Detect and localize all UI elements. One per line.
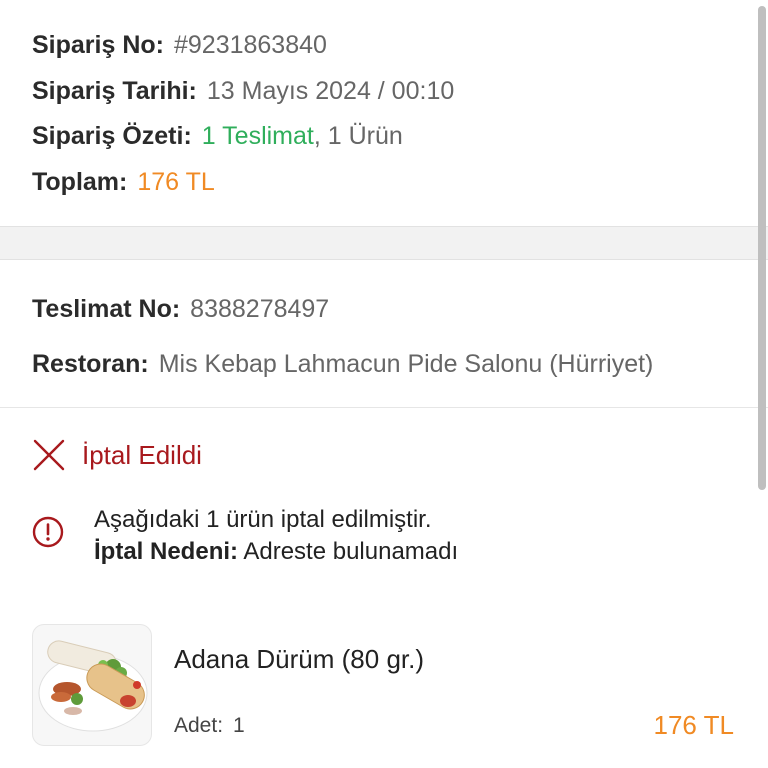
order-total-label: Toplam: (32, 167, 128, 196)
item-count: , 1 Ürün (313, 122, 403, 150)
info-icon (32, 516, 64, 548)
order-detail-page: Sipariş No: #9231863840 Sipariş Tarihi: 13… (0, 0, 768, 768)
notice-text: Aşağıdaki 1 ürün iptal edilmiştir. İptal… (94, 504, 458, 568)
product-price: 176 TL (653, 710, 734, 740)
delivery-number-row: Teslimat No: 8388278497 (32, 294, 768, 324)
order-total-value: 176 TL (137, 167, 215, 196)
food-image (38, 640, 148, 732)
restaurant-name: Mis Kebap Lahmacun Pide Salonu (Hürriyet… (158, 350, 654, 378)
product-name: Adana Dürüm (80 gr.) (174, 644, 425, 674)
product-item[interactable]: Adana Dürüm (80 gr.) Adet: 1 176 TL (32, 624, 736, 748)
order-number-label: Sipariş No: (32, 31, 164, 59)
order-date-value: 13 Mayıs 2024 / 00:10 (206, 76, 455, 105)
order-summary: Sipariş No: #9231863840 Sipariş Tarihi: 13… (0, 0, 768, 226)
close-icon (33, 439, 65, 471)
order-total-row: Toplam: 176 TL (32, 167, 768, 197)
order-date-label: Sipariş Tarihi: (32, 76, 197, 105)
cancel-reason-label: İptal Nedeni: (94, 538, 239, 565)
product-quantity: Adet: 1 (174, 714, 245, 738)
product-image (32, 624, 152, 746)
quantity-label: Adet: (174, 714, 224, 737)
order-overview-row: Sipariş Özeti: 1 Teslimat, 1 Ürün (32, 121, 768, 151)
cancel-status: İptal Edildi (0, 408, 768, 474)
status-label: İptal Edildi (82, 439, 202, 470)
scrollbar[interactable] (754, 0, 768, 768)
order-date-row: Sipariş Tarihi: 13 Mayıs 2024 / 00:10 (32, 76, 768, 106)
delivery-count-link[interactable]: 1 Teslimat (202, 122, 314, 150)
delivery-number-value: 8388278497 (190, 295, 330, 323)
delivery-info: Teslimat No: 8388278497 Restoran: Mis Keba… (0, 260, 768, 408)
delivery-number-label: Teslimat No: (32, 295, 181, 323)
scrollbar-thumb[interactable] (758, 6, 766, 490)
notice-line: Aşağıdaki 1 ürün iptal edilmiştir. (94, 506, 432, 533)
cancel-reason-value: Adreste bulunamadı (243, 538, 459, 565)
restaurant-row: Restoran: Mis Kebap Lahmacun Pide Salonu … (32, 349, 768, 379)
order-number-value: #9231863840 (173, 31, 327, 59)
order-number-row: Sipariş No: #9231863840 (32, 30, 768, 60)
section-divider (0, 226, 768, 260)
quantity-value: 1 (233, 714, 245, 737)
cancel-notice: Aşağıdaki 1 ürün iptal edilmiştir. İptal… (0, 474, 768, 568)
restaurant-label: Restoran: (32, 350, 149, 378)
order-overview-label: Sipariş Özeti: (32, 122, 192, 150)
cancel-reason: İptal Nedeni: Adreste bulunamadı (94, 536, 458, 568)
